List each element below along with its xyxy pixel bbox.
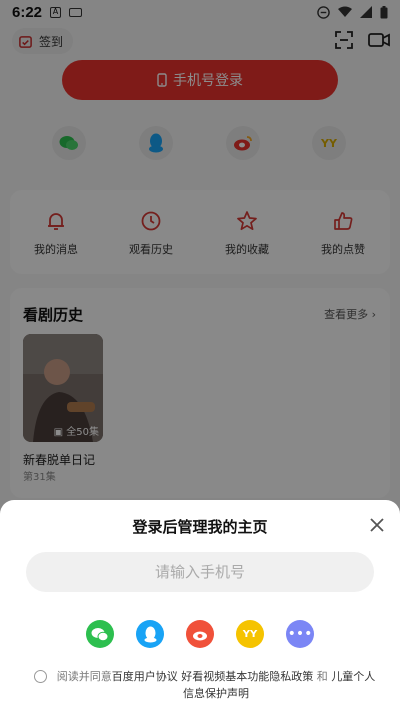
phone-number-input[interactable] bbox=[26, 552, 374, 592]
agree-radio[interactable] bbox=[34, 670, 47, 683]
wechat-icon bbox=[91, 627, 109, 641]
login-sheet: 登录后管理我的主页 YY ••• 阅读并同意百度用户协议 好看视频基本功能隐私政… bbox=[0, 500, 400, 710]
close-icon[interactable] bbox=[368, 516, 386, 534]
wechat-login-button[interactable] bbox=[86, 620, 114, 648]
yy-icon: YY bbox=[242, 628, 258, 640]
more-login-button[interactable]: ••• bbox=[286, 620, 314, 648]
yy-login-button[interactable]: YY bbox=[236, 620, 264, 648]
privacy-policy-link[interactable]: 好看视频基本功能隐私政策 bbox=[181, 670, 313, 683]
weibo-icon bbox=[192, 631, 207, 641]
qq-icon bbox=[144, 626, 156, 642]
qq-login-button[interactable] bbox=[136, 620, 164, 648]
weibo-login-button[interactable] bbox=[186, 620, 214, 648]
sheet-title: 登录后管理我的主页 bbox=[132, 518, 268, 536]
more-dots-icon: ••• bbox=[287, 626, 313, 642]
agreement-text: 阅读并同意百度用户协议 好看视频基本功能隐私政策 和 儿童个人信息保护声明 bbox=[56, 670, 376, 700]
baidu-user-agreement-link[interactable]: 百度用户协议 bbox=[112, 670, 178, 683]
